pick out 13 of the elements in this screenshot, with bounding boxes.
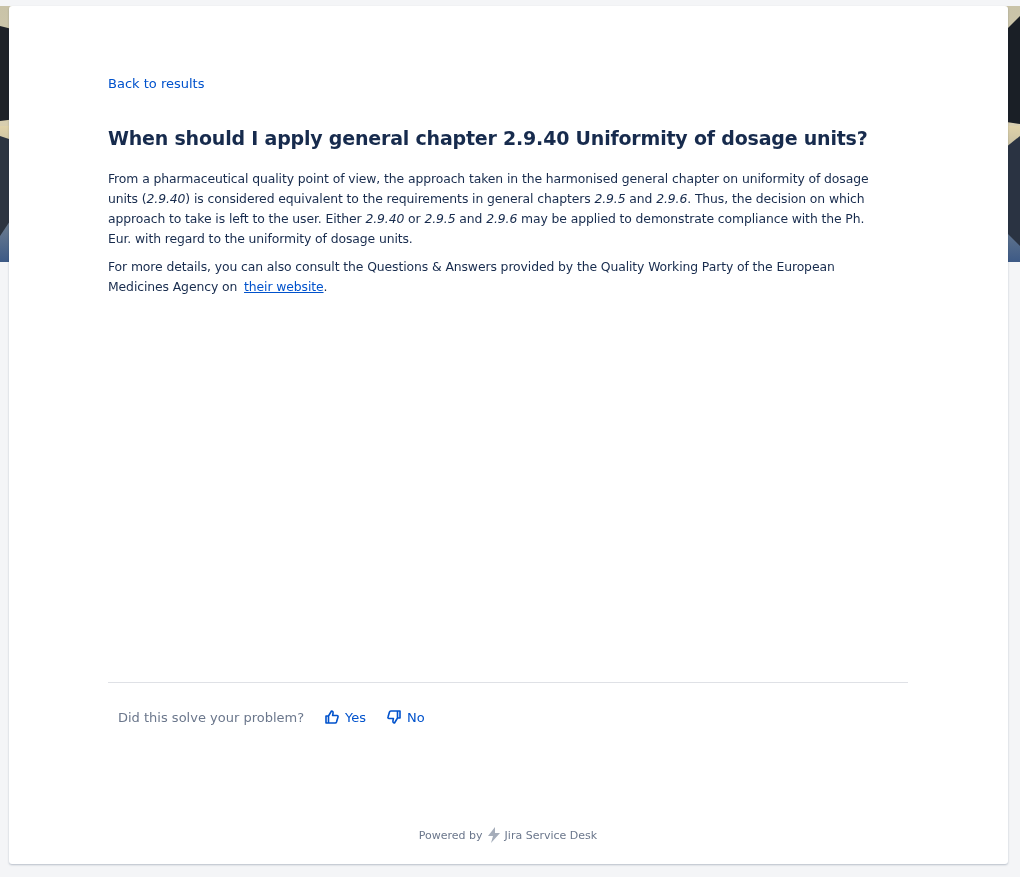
paragraph: For more details, you can also consult the Questions & Answers provided by the Quality Working Party of the European Medicines Agency on their website. [108, 258, 836, 296]
thumbs-up-icon [324, 709, 341, 725]
paragraph: From a pharmaceutical quality point of view, the approach taken in the harmonised general chapter on uniformity of dosage units (2.9.40) is considered equivalent to the requirements in general chapters 2.9.5 and 2.9.6. Thus, the decision on which approach to take is left to the user. Either 2.9.40 or 2.9.5 and 2.9.6 may be applied to demonstrate compliance with the Ph. Eur. with regard to the uniformity of dosage units. [108, 170, 870, 248]
article-title: When should I apply general chapter 2.9.40 Uniformity of dosage units? [108, 127, 869, 149]
website-link[interactable]: their website [244, 279, 324, 294]
feedback-question: Did this solve your problem? [118, 709, 305, 725]
feedback-button[interactable]: No [380, 707, 431, 727]
lightning-icon [485, 827, 502, 843]
back-link[interactable]: Back to results [108, 76, 205, 91]
product-name: Jira Service Desk [504, 828, 598, 842]
powered-by-text: Powered by [418, 828, 483, 842]
thumbs-down-icon [386, 709, 403, 725]
feedback-button[interactable]: Yes [318, 707, 373, 727]
